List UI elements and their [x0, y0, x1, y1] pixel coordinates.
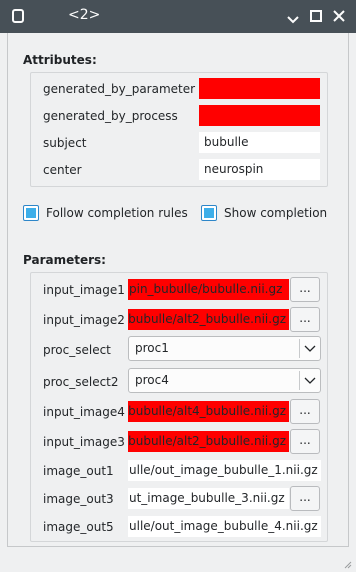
app-icon[interactable]: [8, 6, 28, 26]
title-bar[interactable]: <2>: [0, 0, 356, 33]
generated-by-process-field[interactable]: [199, 105, 320, 126]
combo-divider: [299, 339, 300, 358]
parameter-label: image_out3: [43, 492, 114, 506]
checkbox-box[interactable]: [23, 205, 39, 221]
generated-by-parameter-field[interactable]: [199, 78, 320, 99]
browse-button[interactable]: ...: [290, 486, 320, 511]
field-value: ulle/out_image_bubulle_1.nii.gz: [129, 463, 318, 477]
dialog-window: <2> Attributes: generated_by_parameter g…: [0, 0, 356, 572]
field-value: bubulle/alt2_bubulle.nii.gz: [128, 312, 286, 326]
parameter-label: input_image3: [43, 435, 125, 449]
selected-value: proc4: [135, 373, 169, 387]
input-image4-field[interactable]: bubulle/alt4_bubulle.nii.gz: [128, 401, 289, 422]
follow-completion-label: Follow completion rules: [46, 206, 188, 220]
input-image1-field[interactable]: pin_bubulle/bubulle.nii.gz: [128, 279, 289, 300]
subject-field[interactable]: bubulle: [199, 132, 320, 153]
proc-select2-dropdown[interactable]: proc4: [128, 368, 321, 393]
checkbox-check-mark: [26, 208, 36, 218]
browse-button[interactable]: ...: [290, 307, 320, 332]
image-out1-field[interactable]: ulle/out_image_bubulle_1.nii.gz: [128, 460, 321, 481]
parameters-panel: input_image1 pin_bubulle/bubulle.nii.gz …: [30, 272, 328, 542]
field-value: bubulle/alt2_bubulle.nii.gz: [128, 434, 286, 448]
parameter-label: image_out1: [43, 464, 114, 478]
proc-select-dropdown[interactable]: proc1: [128, 336, 321, 361]
browse-button[interactable]: ...: [290, 399, 320, 424]
parameters-title: Parameters:: [23, 253, 106, 267]
chevron-down-icon[interactable]: [303, 341, 317, 355]
checkbox-check-mark: [204, 208, 214, 218]
minimize-icon[interactable]: [283, 6, 303, 26]
field-value: pin_bubulle/bubulle.nii.gz: [129, 282, 283, 296]
image-out3-field[interactable]: ut_image_bubulle_3.nii.gz: [128, 488, 289, 509]
browse-button[interactable]: ...: [290, 277, 320, 302]
field-value: ulle/out_image_bubulle_4.nii.gz: [129, 519, 318, 533]
window-title: <2>: [68, 7, 101, 23]
parameter-label: input_image4: [43, 405, 125, 419]
field-value: bubulle/alt4_bubulle.nii.gz: [128, 404, 286, 418]
field-value: ut_image_bubulle_3.nii.gz: [129, 491, 285, 505]
checkbox-box[interactable]: [201, 205, 217, 221]
attributes-title: Attributes:: [23, 53, 97, 67]
attribute-label: subject: [43, 136, 87, 150]
parameter-label: proc_select2: [43, 375, 119, 389]
show-completion-checkbox[interactable]: Show completion: [201, 205, 327, 221]
parameter-label: image_out5: [43, 520, 114, 534]
maximize-icon[interactable]: [306, 6, 326, 26]
browse-button[interactable]: ...: [290, 429, 320, 454]
combo-divider: [299, 371, 300, 390]
follow-completion-checkbox[interactable]: Follow completion rules: [23, 205, 188, 221]
image-out5-field[interactable]: ulle/out_image_bubulle_4.nii.gz: [128, 516, 321, 537]
close-icon[interactable]: [329, 6, 349, 26]
center-field[interactable]: neurospin: [199, 159, 320, 180]
attribute-label: center: [43, 163, 82, 177]
attribute-label: generated_by_process: [43, 109, 178, 123]
parameter-label: proc_select: [43, 343, 111, 357]
chevron-down-icon[interactable]: [303, 373, 317, 387]
input-image2-field[interactable]: bubulle/alt2_bubulle.nii.gz: [128, 309, 289, 330]
attribute-label: generated_by_parameter: [43, 82, 196, 96]
attributes-panel: generated_by_parameter generated_by_proc…: [30, 72, 328, 187]
resize-grip-icon[interactable]: [342, 559, 352, 569]
parameter-label: input_image1: [43, 283, 125, 297]
selected-value: proc1: [135, 341, 169, 355]
show-completion-label: Show completion: [224, 206, 328, 220]
parameter-label: input_image2: [43, 313, 125, 327]
input-image3-field[interactable]: bubulle/alt2_bubulle.nii.gz: [128, 431, 289, 452]
